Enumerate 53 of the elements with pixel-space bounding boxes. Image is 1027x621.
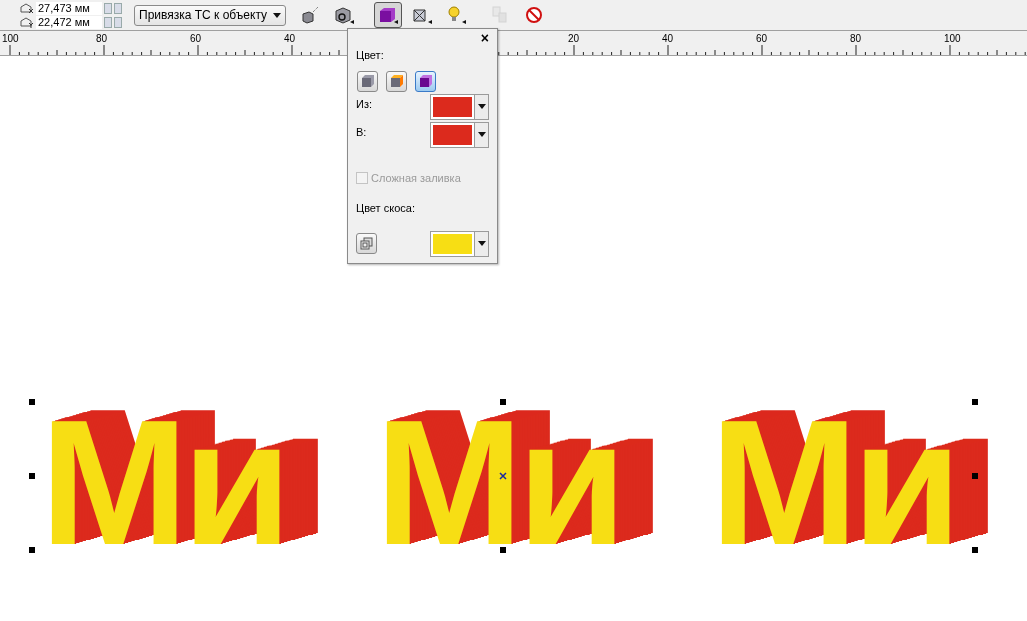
color-mode-button[interactable] xyxy=(357,70,378,92)
position-field[interactable]: 27,473 мм xyxy=(36,1,102,15)
ruler-label: 40 xyxy=(284,34,296,44)
spinner-button[interactable] xyxy=(114,2,122,14)
color-mode-button[interactable] xyxy=(415,70,436,92)
dropdown-caret-icon xyxy=(477,241,486,246)
prohibited-icon xyxy=(525,6,543,24)
color-picker[interactable] xyxy=(430,121,489,148)
toolbar-button[interactable] xyxy=(374,2,402,28)
spinner-button[interactable] xyxy=(114,16,122,28)
cube-icon xyxy=(360,74,375,88)
cube-icon xyxy=(377,5,399,25)
center-mark-icon xyxy=(499,472,507,480)
selection-handle[interactable] xyxy=(29,473,35,479)
color-picker[interactable] xyxy=(430,230,489,257)
ruler-label: 100 xyxy=(944,34,961,44)
section-label: Цвет скоса: xyxy=(356,201,416,216)
ruler-label: 40 xyxy=(662,34,674,44)
position-field[interactable]: 22,472 мм xyxy=(36,15,102,29)
shaded-cube-icon xyxy=(389,74,404,88)
spinner-button[interactable] xyxy=(104,16,112,28)
ruler-label: 80 xyxy=(96,34,108,44)
selection-handle[interactable] xyxy=(972,399,978,405)
ruler-label: 100 xyxy=(2,34,19,44)
selection-handle[interactable] xyxy=(972,473,978,479)
x-position-icon xyxy=(20,2,34,14)
ruler-label: 60 xyxy=(756,34,768,44)
stacked-squares-icon xyxy=(360,237,373,250)
dropdown-caret-icon xyxy=(477,132,486,137)
section-label: Цвет: xyxy=(356,48,385,63)
y-position-icon xyxy=(20,16,34,28)
dropdown-caret-icon xyxy=(477,104,486,109)
snap-dropdown[interactable]: Привязка ТС к объекту xyxy=(134,4,286,26)
field-label: В: xyxy=(356,124,367,140)
ruler-label: 80 xyxy=(850,34,862,44)
bevel-style-button[interactable] xyxy=(356,233,377,254)
checkbox-label: Сложная заливка xyxy=(371,170,461,186)
ruler-label: 20 xyxy=(568,34,580,44)
copy-icon xyxy=(490,5,510,25)
close-button[interactable]: × xyxy=(480,31,489,45)
field-label: Из: xyxy=(356,96,372,112)
dropdown-caret-icon xyxy=(273,12,281,18)
selection-handle[interactable] xyxy=(29,399,35,405)
spinner-button[interactable] xyxy=(104,2,112,14)
light-bulb-icon xyxy=(445,5,467,25)
selection-handle[interactable] xyxy=(29,547,35,553)
ruler-label: 60 xyxy=(190,34,202,44)
color-picker[interactable] xyxy=(430,93,489,120)
gradient-cube-icon xyxy=(418,74,433,88)
selection-handle[interactable] xyxy=(500,547,506,553)
selection-handle[interactable] xyxy=(500,399,506,405)
selection-handle[interactable] xyxy=(972,547,978,553)
color-mode-button[interactable] xyxy=(386,70,407,92)
